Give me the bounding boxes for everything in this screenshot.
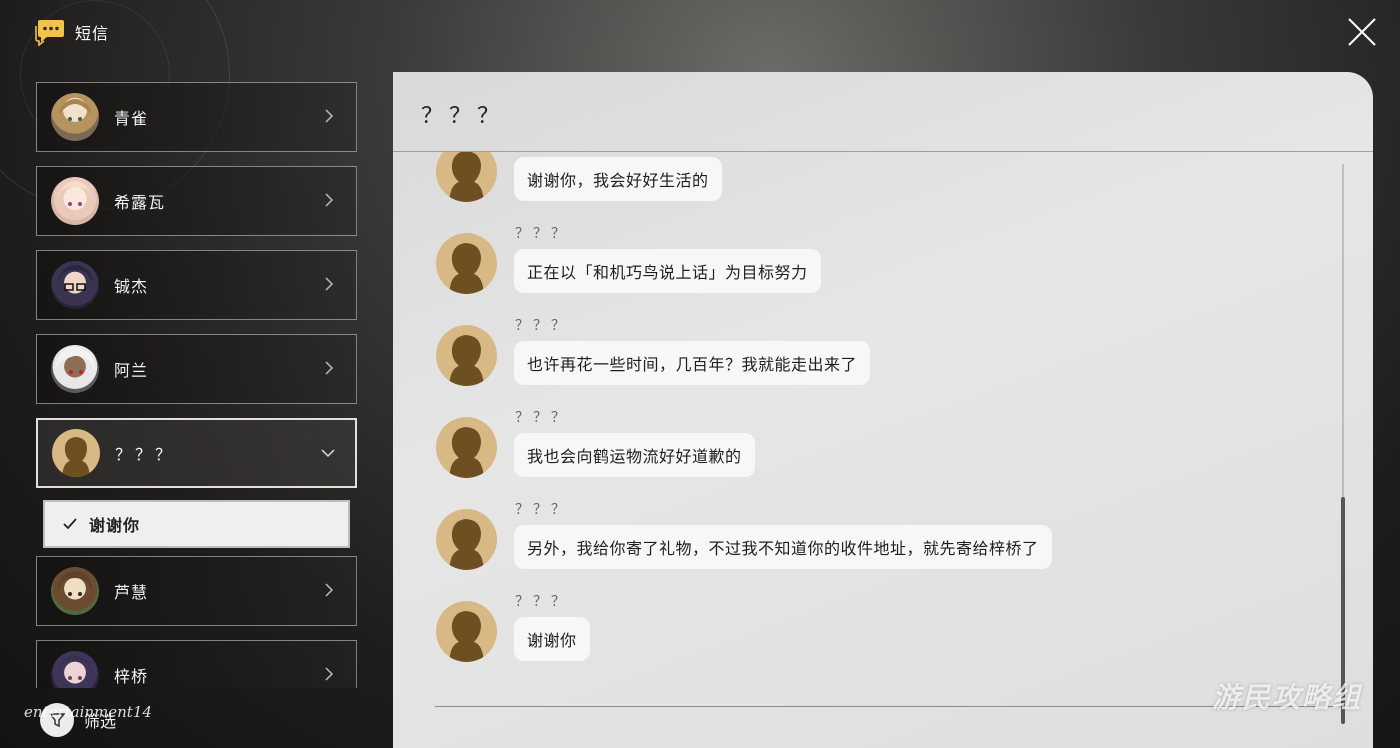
sender-avatar [436,417,497,478]
sender-name: ？？？ [515,226,569,242]
avatar [51,651,99,688]
contact-item[interactable]: 铖杰 [36,250,357,320]
message-bubble: 谢谢你 [514,617,590,661]
sender-avatar [436,233,497,294]
chevron-right-icon [325,193,334,207]
message-bubble: 正在以「和机巧鸟说上话」为目标努力 [514,249,821,293]
chat-title: ？？？ [421,104,506,129]
sender-avatar [436,152,497,202]
app-header: 短信 [33,16,109,48]
check-icon [63,518,77,530]
chat-panel: ？？？ ？？？ 谢谢你，我会好好生活的 ？？？ 正在以「和机巧鸟说上话」为目标努… [393,72,1373,748]
avatar [51,567,99,615]
contact-item[interactable]: 芦慧 [36,556,357,626]
watermark-right: 游民攻略组 [1212,681,1363,714]
chevron-right-icon [325,667,334,681]
sender-name: ？？？ [515,318,569,334]
app-title: 短信 [75,24,110,43]
contact-name: 芦慧 [114,583,149,602]
chevron-right-icon [325,277,334,291]
sender-avatar [436,509,497,570]
message-bubble-icon [33,17,65,47]
avatar [51,93,99,141]
chevron-right-icon [325,361,334,375]
message-bubble: 谢谢你，我会好好生活的 [514,157,722,201]
chevron-right-icon [325,109,334,123]
contact-item[interactable]: 阿兰 [36,334,357,404]
contact-item[interactable]: 希露瓦 [36,166,357,236]
conversation-item-selected[interactable]: 谢谢你 [43,500,350,548]
avatar [51,177,99,225]
avatar [51,261,99,309]
contact-name: 青雀 [114,109,149,128]
contact-name: 阿兰 [114,361,149,380]
message-bubble: 也许再花一些时间，几百年？我就能走出来了 [514,341,871,385]
contact-item-selected[interactable]: ？？？ [36,418,357,488]
sender-avatar [436,601,497,662]
chevron-down-icon [321,449,335,458]
contact-list[interactable]: 青雀 希露瓦 铖杰 阿兰 ？？？ 谢谢你 芦慧 梓桥 [36,82,357,688]
close-icon [1348,18,1376,46]
contact-item[interactable]: 青雀 [36,82,357,152]
sender-name: ？？？ [515,410,569,426]
sender-name: ？？？ [515,594,569,610]
contact-name: 希露瓦 [114,193,166,212]
message-bubble: 另外，我给你寄了礼物，不过我不知道你的收件地址，就先寄给梓桥了 [514,525,1052,569]
watermark-left: entertainment14 [24,703,152,721]
sender-name: ？？？ [515,502,569,518]
avatar [51,345,99,393]
avatar [52,429,100,477]
contact-item[interactable]: 梓桥 [36,640,357,688]
contact-name: 梓桥 [114,667,149,686]
sender-avatar [436,325,497,386]
message-list[interactable]: ？？？ 谢谢你，我会好好生活的 ？？？ 正在以「和机巧鸟说上话」为目标努力 ？？… [393,152,1353,707]
conversation-label: 谢谢你 [89,516,141,535]
close-button[interactable] [1346,16,1378,48]
message-bubble: 我也会向鹤运物流好好道歉的 [514,433,755,477]
contact-name: ？？？ [115,445,176,464]
chevron-right-icon [325,583,334,597]
contact-name: 铖杰 [114,277,149,296]
